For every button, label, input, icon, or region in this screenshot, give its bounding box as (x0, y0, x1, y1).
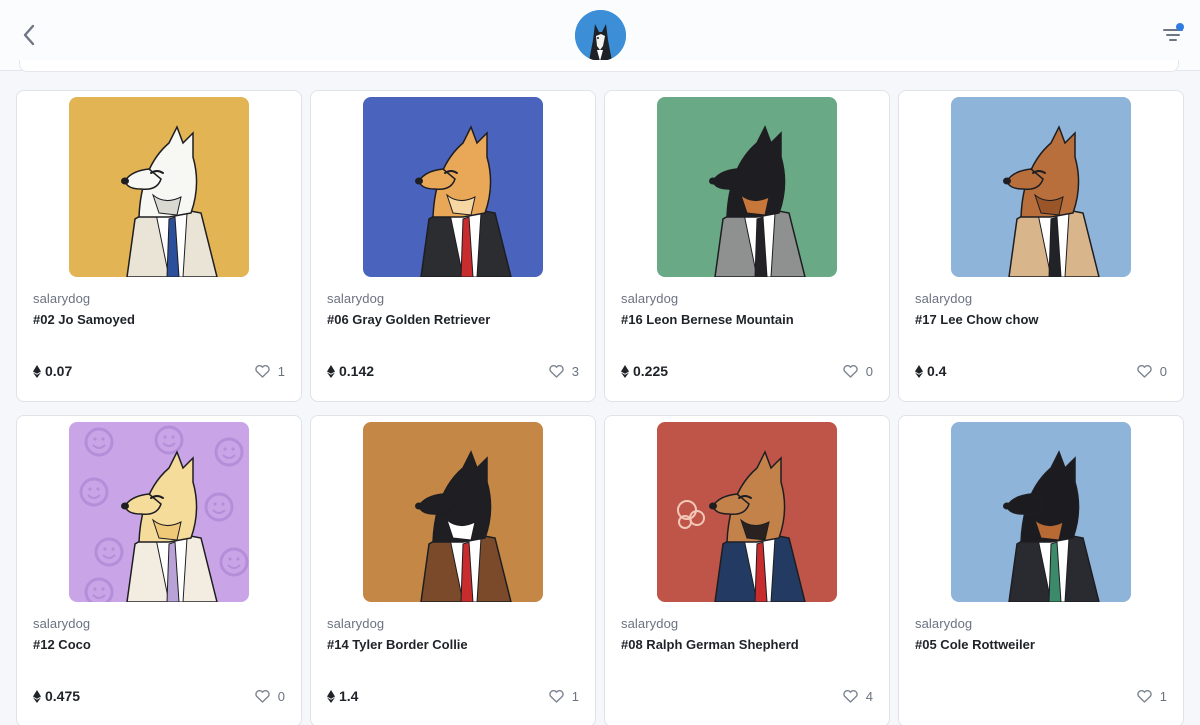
heart-icon (1137, 689, 1152, 703)
nft-card[interactable]: salarydog #06 Gray Golden Retriever 0.142 3 (310, 90, 596, 402)
heart-icon (549, 364, 564, 378)
nft-card[interactable]: salarydog #02 Jo Samoyed 0.07 1 (16, 90, 302, 402)
filter-button[interactable] (1158, 20, 1188, 50)
nft-title[interactable]: #02 Jo Samoyed (33, 312, 135, 327)
ethereum-icon (33, 364, 41, 378)
nft-title[interactable]: #17 Lee Chow chow (915, 312, 1039, 327)
like-count: 0 (1159, 363, 1167, 379)
like-count: 1 (277, 363, 285, 379)
price-value: 0.07 (45, 363, 73, 379)
nft-title[interactable]: #05 Cole Rottweiler (915, 637, 1035, 652)
nft-card[interactable]: salarydog #17 Lee Chow chow 0.4 0 (898, 90, 1184, 402)
nft-image[interactable] (951, 97, 1131, 277)
nft-image[interactable] (69, 97, 249, 277)
nft-image[interactable] (951, 422, 1131, 602)
heart-icon (255, 364, 270, 378)
nft-card[interactable]: salarydog #05 Cole Rottweiler 1 (898, 415, 1184, 725)
heart-icon (549, 689, 564, 703)
nft-title[interactable]: #08 Ralph German Shepherd (621, 637, 799, 652)
collection-name[interactable]: salarydog (33, 291, 90, 306)
like-button[interactable]: 0 (843, 363, 873, 379)
collection-name[interactable]: salarydog (621, 291, 678, 306)
ethereum-icon (327, 364, 335, 378)
collection-name[interactable]: salarydog (327, 291, 384, 306)
price-value: 0.225 (633, 363, 669, 379)
price-value: 0.4 (927, 363, 947, 379)
like-button[interactable]: 1 (1137, 688, 1167, 704)
like-count: 1 (571, 688, 579, 704)
price-value: 0.142 (339, 363, 375, 379)
like-button[interactable]: 0 (255, 688, 285, 704)
ethereum-icon (915, 364, 923, 378)
collection-name[interactable]: salarydog (915, 616, 972, 631)
nft-image[interactable] (657, 422, 837, 602)
collection-name[interactable]: salarydog (327, 616, 384, 631)
like-button[interactable]: 1 (255, 363, 285, 379)
profile-avatar[interactable] (575, 10, 626, 61)
heart-icon (843, 364, 858, 378)
nft-card[interactable]: salarydog #16 Leon Bernese Mountain 0.225 0 (604, 90, 890, 402)
back-button[interactable] (14, 20, 44, 50)
nft-title[interactable]: #16 Leon Bernese Mountain (621, 312, 794, 327)
like-count: 1 (1159, 688, 1167, 704)
nft-image[interactable] (363, 97, 543, 277)
ethereum-icon (33, 689, 41, 703)
ethereum-icon (621, 364, 629, 378)
nft-card[interactable]: salarydog #14 Tyler Border Collie 1.4 1 (310, 415, 596, 725)
heart-icon (255, 689, 270, 703)
price-value: 1.4 (339, 688, 359, 704)
heart-icon (1137, 364, 1152, 378)
ethereum-icon (327, 689, 335, 703)
like-count: 0 (277, 688, 285, 704)
like-count: 4 (865, 688, 873, 704)
nft-price: 1.4 (327, 688, 358, 704)
nft-title[interactable]: #14 Tyler Border Collie (327, 637, 468, 652)
price-value: 0.475 (45, 688, 81, 704)
like-button[interactable]: 1 (549, 688, 579, 704)
nft-title[interactable]: #12 Coco (33, 637, 91, 652)
like-button[interactable]: 4 (843, 688, 873, 704)
nft-price: 0.475 (33, 688, 80, 704)
nft-title[interactable]: #06 Gray Golden Retriever (327, 312, 490, 327)
nft-price: 0.07 (33, 363, 72, 379)
nft-price: 0.4 (915, 363, 946, 379)
husky-avatar-icon (575, 10, 626, 61)
header-panel-edge (19, 60, 1179, 72)
like-count: 3 (571, 363, 579, 379)
like-button[interactable]: 3 (549, 363, 579, 379)
nft-image[interactable] (363, 422, 543, 602)
nft-price: 0.142 (327, 363, 374, 379)
collection-name[interactable]: salarydog (33, 616, 90, 631)
collection-name[interactable]: salarydog (621, 616, 678, 631)
heart-icon (843, 689, 858, 703)
nft-card[interactable]: salarydog #12 Coco 0.475 0 (16, 415, 302, 725)
like-count: 0 (865, 363, 873, 379)
chevron-left-icon (23, 24, 35, 46)
collection-name[interactable]: salarydog (915, 291, 972, 306)
like-button[interactable]: 0 (1137, 363, 1167, 379)
nft-price: 0.225 (621, 363, 668, 379)
nft-card[interactable]: salarydog #08 Ralph German Shepherd 4 (604, 415, 890, 725)
nft-image[interactable] (69, 422, 249, 602)
notification-dot (1176, 23, 1184, 31)
nft-image[interactable] (657, 97, 837, 277)
